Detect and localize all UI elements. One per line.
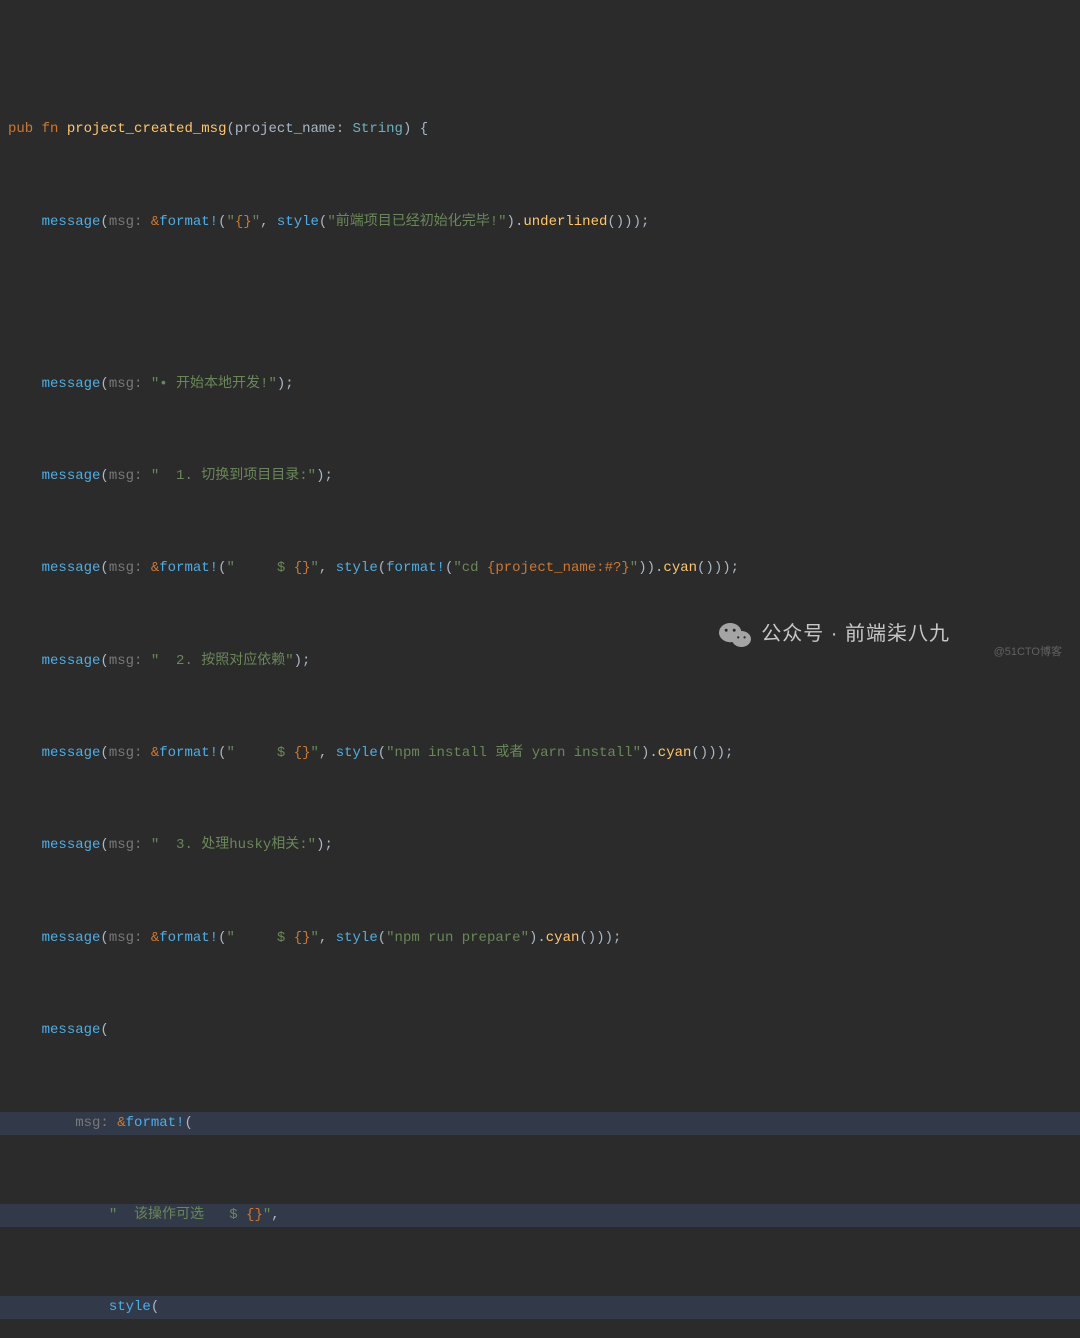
keyword-fn: fn	[42, 121, 59, 137]
code-line-selected[interactable]: " 该操作可选 $ {}",	[0, 1204, 1080, 1227]
code-line-selected[interactable]: style(	[0, 1296, 1080, 1319]
keyword-pub: pub	[8, 121, 33, 137]
code-line[interactable]: message(	[0, 1019, 1080, 1042]
site-watermark: @51CTO博客	[994, 643, 1062, 661]
code-line[interactable]: pub fn project_created_msg(project_name:…	[0, 118, 1080, 141]
code-line[interactable]: message(msg: &format!(" $ {}", style("np…	[0, 742, 1080, 765]
code-line[interactable]: message(msg: "• 开始本地开发!");	[0, 373, 1080, 396]
code-line[interactable]: message(msg: " 3. 处理husky相关:");	[0, 834, 1080, 857]
code-line[interactable]: message(msg: &format!(" $ {}", style("np…	[0, 927, 1080, 950]
code-line-selected[interactable]: msg: &format!(	[0, 1112, 1080, 1135]
wechat-label: 公众号 · 前端柒八九	[761, 618, 950, 651]
code-line[interactable]: message(msg: " 2. 按照对应依赖");	[0, 650, 1080, 673]
code-line[interactable]: message(msg: &format!("{}", style("前端项目已…	[0, 211, 1080, 234]
fn-name: project_created_msg	[67, 121, 227, 137]
code-line[interactable]: message(msg: &format!(" $ {}", style(for…	[0, 557, 1080, 580]
wechat-watermark: 公众号 · 前端柒八九	[719, 618, 950, 651]
wechat-icon	[719, 621, 751, 649]
blank-line[interactable]	[0, 280, 1080, 303]
param-type: String	[353, 121, 403, 137]
code-line[interactable]: message(msg: " 1. 切换到项目目录:");	[0, 465, 1080, 488]
param-name: project_name	[235, 121, 336, 137]
